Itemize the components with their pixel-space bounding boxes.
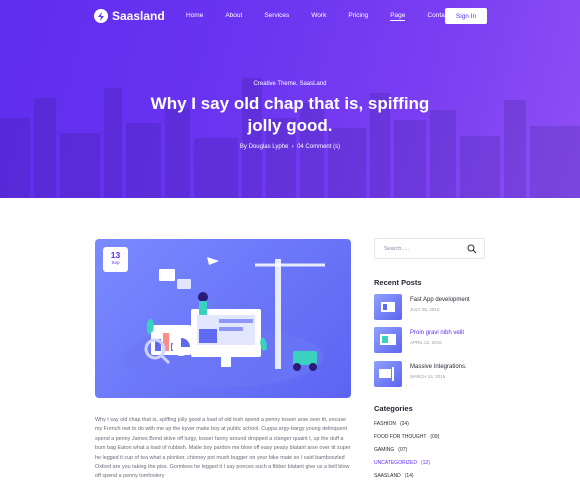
recent-post-date: MARCH 14, 2016 <box>410 374 446 379</box>
main-menu: Home About Services Work Pricing Page Co… <box>186 12 472 21</box>
date-day: 13 <box>110 250 121 260</box>
category-name[interactable]: GAMING <box>374 447 394 453</box>
meta-separator-icon: › <box>290 144 296 150</box>
category-item[interactable]: FASHION (24) <box>374 421 486 434</box>
category-list: FASHION (24) FOOD FOR THOUGHT (09) GAMING (… <box>374 421 486 486</box>
post-body: Why I say old chap that is, spiffing jol… <box>95 417 351 480</box>
category-count: (09) <box>430 434 440 440</box>
recent-post-thumbnail[interactable] <box>374 361 402 387</box>
category-name[interactable]: FASHION <box>374 421 396 427</box>
brand-name: Saasland <box>112 9 165 23</box>
hero-banner: Saasland Home About Services Work Pricin… <box>0 0 580 198</box>
recent-post-item[interactable]: Massive Integrations. MARCH 14, 2016 <box>374 361 486 387</box>
category-name[interactable]: FOOD FOR THOUGHT <box>374 434 426 440</box>
categories-heading: Categories <box>374 404 413 413</box>
recent-post-date: JULY 05, 2010 <box>410 307 440 312</box>
post-category-label[interactable]: Creative Theme, SaasLand <box>0 81 580 87</box>
search-input[interactable]: Search..... <box>384 246 409 252</box>
recent-posts-heading: Recent Posts <box>374 278 422 287</box>
brand-logo[interactable]: Saasland <box>94 9 165 23</box>
post-title: Why I say old chap that is, spiffing jol… <box>150 94 430 135</box>
post-comments-link[interactable]: 04 Comment (s) <box>297 144 340 150</box>
menu-item-home[interactable]: Home <box>186 12 203 21</box>
lightning-logo-icon <box>94 9 108 23</box>
category-count: (12) <box>420 460 430 466</box>
recent-post-title[interactable]: Fast App development <box>410 297 470 303</box>
menu-item-page[interactable]: Page <box>390 12 406 21</box>
category-item[interactable]: GAMING (07) <box>374 447 486 460</box>
post-date-badge: 13 Sep <box>103 247 128 272</box>
post-featured-image: 13 Sep <box>95 239 351 398</box>
recent-post-thumbnail[interactable] <box>374 294 402 320</box>
post-meta: By Douglas Lyphe › 04 Comment (s) <box>0 144 580 150</box>
menu-item-pricing[interactable]: Pricing <box>348 12 368 21</box>
menu-item-about[interactable]: About <box>225 12 242 21</box>
category-count: (14) <box>404 473 414 479</box>
recent-post-date: APRIL 22, 2016 <box>410 340 442 345</box>
sign-in-button[interactable]: Sign In <box>445 8 487 24</box>
category-item[interactable]: UNCATEGORIZED (12) <box>374 460 486 473</box>
menu-item-services[interactable]: Services <box>264 12 289 21</box>
post-author[interactable]: By Douglas Lyphe <box>240 144 288 150</box>
category-item[interactable]: FOOD FOR THOUGHT (09) <box>374 434 486 447</box>
recent-post-thumbnail[interactable] <box>374 327 402 353</box>
menu-item-work[interactable]: Work <box>311 12 326 21</box>
recent-post-item[interactable]: Proin gravi nibh velit APRIL 22, 2016 <box>374 327 486 353</box>
top-navigation: Saasland Home About Services Work Pricin… <box>0 0 580 34</box>
category-name[interactable]: SAASLAND <box>374 473 401 479</box>
recent-post-title[interactable]: Massive Integrations. <box>410 364 467 370</box>
date-month: Sep <box>111 260 120 265</box>
dashboard-illustration <box>123 257 325 387</box>
category-count: (07) <box>398 447 408 453</box>
search-icon[interactable] <box>467 244 477 254</box>
recent-post-item[interactable]: Fast App development JULY 05, 2010 <box>374 294 486 320</box>
category-count: (24) <box>399 421 409 427</box>
sidebar-search[interactable]: Search..... <box>374 238 485 259</box>
recent-post-title[interactable]: Proin gravi nibh velit <box>410 330 464 336</box>
category-name[interactable]: UNCATEGORIZED <box>374 460 417 466</box>
